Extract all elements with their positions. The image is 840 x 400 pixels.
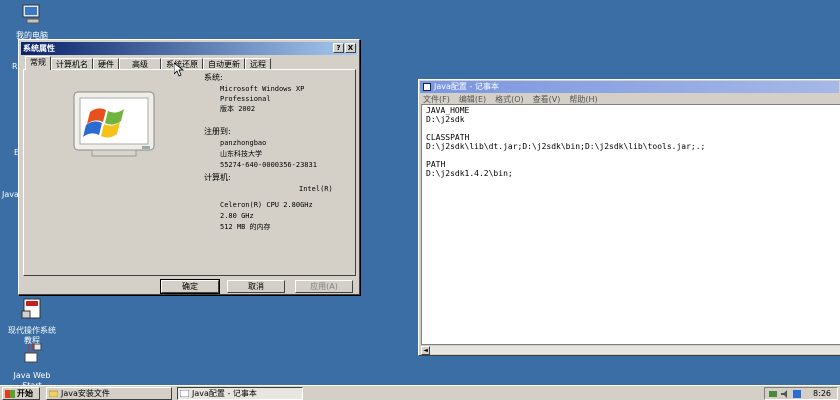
taskbar: 开始 Java安装文件 Java配置 - 记事本 8:26 — [0, 385, 840, 400]
os-version: 版本 2002 — [220, 105, 256, 113]
folder-icon — [49, 390, 58, 397]
tray-volume-icon[interactable] — [780, 389, 790, 399]
apply-button[interactable]: 应用(A) — [295, 280, 353, 293]
os-name: Microsoft Windows XP — [220, 85, 305, 93]
cpu-speed: 2.80 GHz — [220, 212, 254, 220]
notepad-text-area[interactable]: JAVA_HOME D:\j2sdk CLASSPATH D:\j2sdk\li… — [421, 104, 840, 345]
clock: 8:26 — [813, 389, 831, 398]
tab-general[interactable]: 常规 — [25, 56, 51, 70]
dialog-title: 系统属性 — [23, 44, 55, 53]
ok-button[interactable]: 确定 — [160, 279, 220, 294]
notepad-titlebar: Java配置 - 记事本 — [420, 81, 839, 93]
desktop-edge-label: Java — [2, 190, 19, 199]
desktop-icon-java-web-start[interactable]: Java Web Start — [0, 342, 67, 391]
registered-header: 注册到: — [204, 127, 231, 136]
desktop-icon-my-computer[interactable]: 我的电脑 — [0, 2, 67, 41]
product-id: 55274-640-0000356-23831 — [220, 161, 317, 169]
computer-icon — [22, 4, 40, 24]
tray-network-icon[interactable] — [768, 389, 778, 399]
windows-flag-icon — [5, 390, 15, 398]
desktop-icon-label-1: 现代操作系统 — [8, 326, 56, 335]
notepad-title: Java配置 - 记事本 — [434, 82, 499, 91]
cpu-model: Celeron(R) CPU 2.80GHz — [220, 201, 313, 209]
task-label: Java安装文件 — [61, 389, 110, 398]
help-button[interactable]: ? — [333, 43, 344, 53]
os-edition: Professional — [220, 95, 271, 103]
registered-organization: 山东科技大学 — [220, 150, 262, 158]
dialog-titlebar: 系统属性 ? X — [21, 42, 357, 55]
tray-app-icon[interactable] — [792, 389, 802, 399]
horizontal-scrollbar[interactable]: ◄ — [421, 345, 840, 355]
java-cup-icon — [24, 343, 42, 363]
notepad-window: Java配置 - 记事本 文件(F) 编辑(E) 格式(O) 查看(V) 帮助(… — [418, 79, 840, 356]
scroll-left-icon[interactable]: ◄ — [421, 346, 430, 355]
system-header: 系统: — [204, 73, 223, 82]
task-label: Java配置 - 记事本 — [192, 389, 257, 398]
system-properties-dialog: 系统属性 ? X 常规 计算机名 硬件 高级 系统还原 自动更新 远程 系统: … — [18, 39, 360, 295]
mouse-pointer-icon — [174, 63, 184, 77]
registered-user: panzhongbao — [220, 139, 267, 147]
taskbar-item-notepad[interactable]: Java配置 - 记事本 — [177, 387, 303, 400]
desktop-icon-label-1: Java Web — [13, 371, 51, 380]
book-icon — [21, 298, 41, 319]
start-label: 开始 — [17, 389, 33, 398]
notepad-icon — [180, 390, 189, 397]
start-button[interactable]: 开始 — [2, 387, 40, 400]
system-tray: 8:26 — [764, 387, 838, 400]
memory-size: 512 MB 的内存 — [220, 223, 271, 231]
windows-xp-monitor-logo — [73, 91, 155, 157]
tab-strip: 常规 计算机名 硬件 高级 系统还原 自动更新 远程 — [25, 56, 271, 70]
general-tab-panel: 系统: Microsoft Windows XP Professional 版本… — [23, 69, 356, 276]
cpu-vendor: Intel(R) — [299, 185, 333, 193]
cancel-button[interactable]: 取消 — [227, 280, 285, 293]
taskbar-item-java-install-folder[interactable]: Java安装文件 — [46, 387, 172, 400]
desktop-edge-label: R — [12, 62, 18, 71]
desktop-icon-os-tutorial[interactable]: 现代操作系统 教程 — [0, 297, 67, 346]
computer-header: 计算机: — [204, 173, 231, 182]
notepad-icon — [423, 83, 431, 91]
close-button[interactable]: X — [345, 43, 356, 53]
